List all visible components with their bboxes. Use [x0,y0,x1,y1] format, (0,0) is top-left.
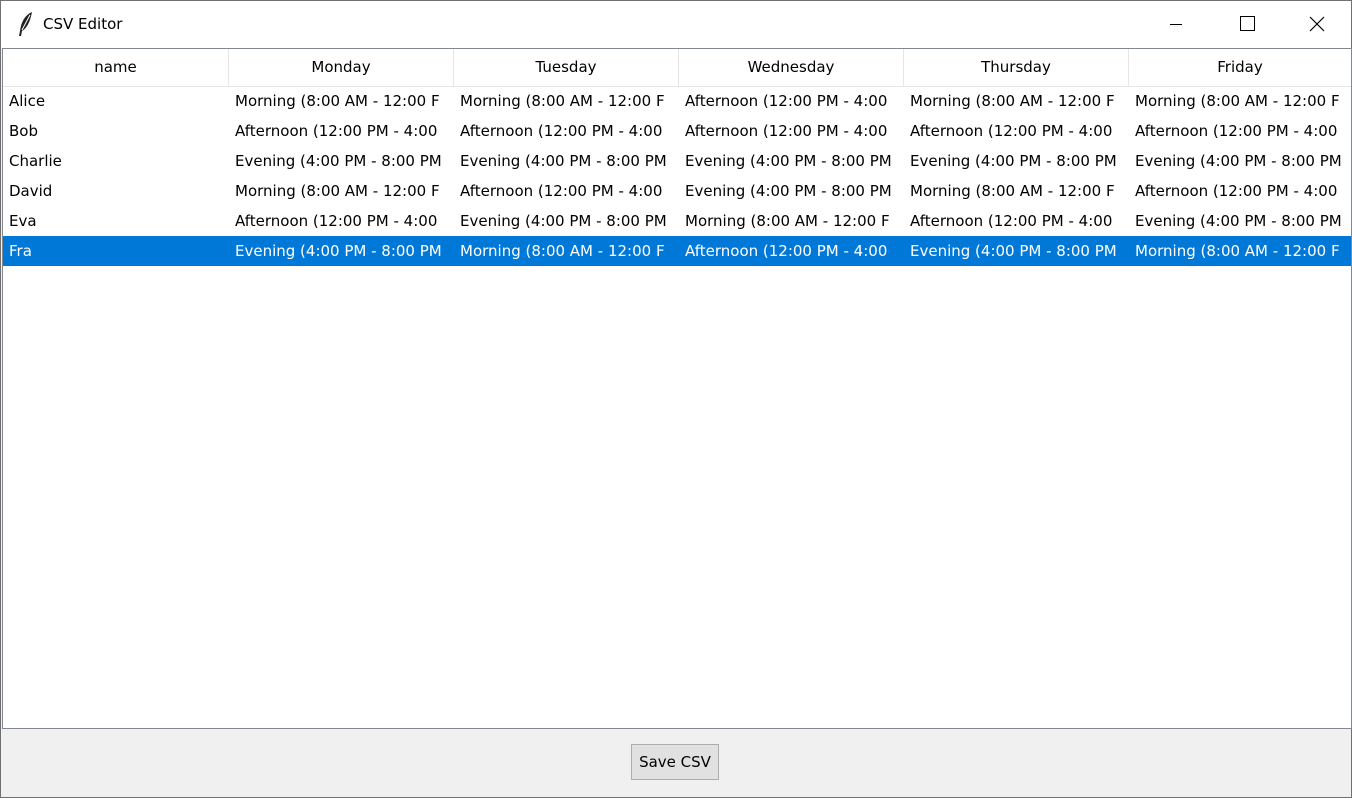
cell-thursday: Morning (8:00 AM - 12:00 F [910,92,1115,110]
cell-friday: Morning (8:00 AM - 12:00 F [1135,242,1340,260]
cell-tuesday: Evening (4:00 PM - 8:00 PM [460,212,667,230]
table-row[interactable]: Alice Morning (8:00 AM - 12:00 F Morning… [3,86,1351,116]
cell-thursday: Evening (4:00 PM - 8:00 PM [910,242,1117,260]
cell-name: Eva [9,212,37,230]
cell-thursday: Afternoon (12:00 PM - 4:00 [910,122,1113,140]
table-row-selected[interactable]: Fra Evening (4:00 PM - 8:00 PM Morning (… [3,236,1351,266]
cell-tuesday: Morning (8:00 AM - 12:00 F [460,242,665,260]
table-row[interactable]: Bob Afternoon (12:00 PM - 4:00 Afternoon… [3,116,1351,146]
column-header-monday[interactable]: Monday [229,49,454,86]
cell-tuesday: Morning (8:00 AM - 12:00 F [460,92,665,110]
minimize-icon [1170,24,1182,25]
close-button[interactable] [1294,1,1340,48]
cell-name: Alice [9,92,46,110]
maximize-icon [1240,16,1255,31]
cell-wednesday: Evening (4:00 PM - 8:00 PM [685,152,892,170]
cell-monday: Afternoon (12:00 PM - 4:00 [235,212,438,230]
cell-name: Fra [9,242,32,260]
column-header-name[interactable]: name [3,49,229,86]
cell-monday: Morning (8:00 AM - 12:00 F [235,92,440,110]
feather-icon [15,11,37,37]
cell-wednesday: Afternoon (12:00 PM - 4:00 [685,242,888,260]
cell-wednesday: Evening (4:00 PM - 8:00 PM [685,182,892,200]
cell-wednesday: Afternoon (12:00 PM - 4:00 [685,122,888,140]
column-header-thursday[interactable]: Thursday [904,49,1129,86]
cell-friday: Afternoon (12:00 PM - 4:00 [1135,122,1338,140]
cell-name: David [9,182,53,200]
cell-name: Charlie [9,152,62,170]
cell-monday: Afternoon (12:00 PM - 4:00 [235,122,438,140]
csv-table[interactable]: name Monday Tuesday Wednesday Thursday F… [2,48,1352,729]
cell-friday: Morning (8:00 AM - 12:00 F [1135,92,1340,110]
cell-friday: Afternoon (12:00 PM - 4:00 [1135,182,1338,200]
cell-tuesday: Evening (4:00 PM - 8:00 PM [460,152,667,170]
cell-tuesday: Afternoon (12:00 PM - 4:00 [460,182,663,200]
cell-tuesday: Afternoon (12:00 PM - 4:00 [460,122,663,140]
table-header: name Monday Tuesday Wednesday Thursday F… [3,49,1351,87]
minimize-button[interactable] [1153,1,1199,48]
cell-monday: Evening (4:00 PM - 8:00 PM [235,152,442,170]
cell-name: Bob [9,122,38,140]
cell-thursday: Afternoon (12:00 PM - 4:00 [910,212,1113,230]
cell-thursday: Evening (4:00 PM - 8:00 PM [910,152,1117,170]
cell-monday: Evening (4:00 PM - 8:00 PM [235,242,442,260]
button-bar: Save CSV [1,729,1351,797]
column-header-friday[interactable]: Friday [1129,49,1351,86]
cell-wednesday: Afternoon (12:00 PM - 4:00 [685,92,888,110]
table-row[interactable]: Charlie Evening (4:00 PM - 8:00 PM Eveni… [3,146,1351,176]
column-header-tuesday[interactable]: Tuesday [454,49,679,86]
save-csv-button[interactable]: Save CSV [631,744,719,780]
column-header-wednesday[interactable]: Wednesday [679,49,904,86]
cell-monday: Morning (8:00 AM - 12:00 F [235,182,440,200]
window-title: CSV Editor [43,15,123,33]
cell-thursday: Morning (8:00 AM - 12:00 F [910,182,1115,200]
cell-friday: Evening (4:00 PM - 8:00 PM [1135,152,1342,170]
cell-friday: Evening (4:00 PM - 8:00 PM [1135,212,1342,230]
cell-wednesday: Morning (8:00 AM - 12:00 F [685,212,890,230]
csv-editor-window: CSV Editor name Monday Tuesday Wednesday… [0,0,1352,798]
maximize-button[interactable] [1223,1,1269,48]
table-row[interactable]: Eva Afternoon (12:00 PM - 4:00 Evening (… [3,206,1351,236]
close-icon [1309,16,1325,32]
table-row[interactable]: David Morning (8:00 AM - 12:00 F Afterno… [3,176,1351,206]
title-bar[interactable]: CSV Editor [1,1,1351,48]
